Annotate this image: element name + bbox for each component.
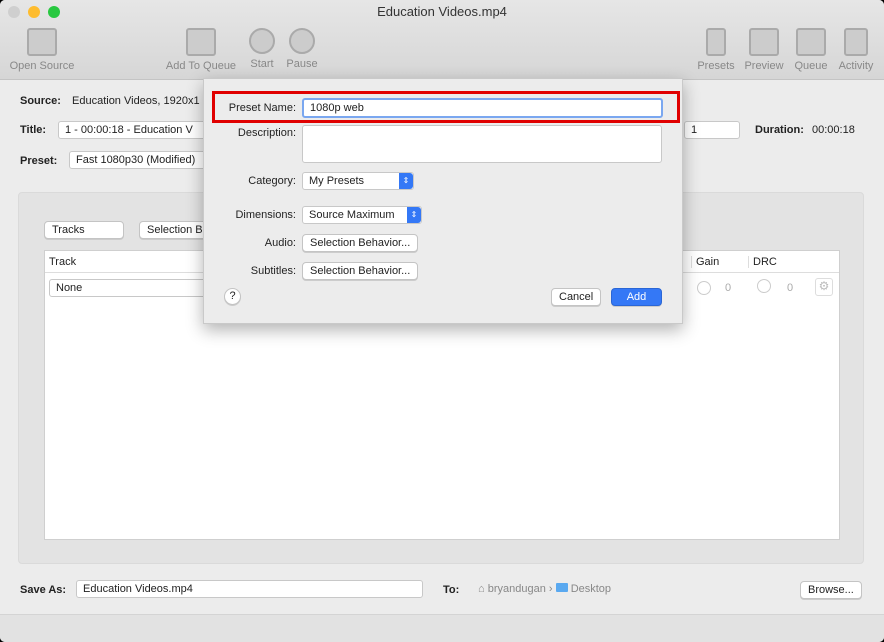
preset-label: Preset: [20,155,58,167]
category-value: My Presets [309,175,365,187]
presets-icon [706,28,726,56]
chevron-updown-icon: ⇕ [399,173,413,189]
titlebar: Education Videos.mp4 Open Source Add To … [0,0,884,80]
start-button[interactable]: Start [245,28,279,70]
column-header-track: Track [49,256,77,268]
queue-icon [796,28,826,56]
path-separator: › [548,583,553,595]
presets-button[interactable]: Presets [695,28,737,72]
selection-behavior-button[interactable]: Selection B [139,221,209,239]
dimensions-select[interactable]: Source Maximum ⇕ [302,206,422,224]
preset-name-label: Preset Name: [228,102,296,114]
add-preset-sheet: Preset Name: 1080p web Description: Cate… [203,78,683,324]
help-button[interactable]: ? [224,288,241,305]
audio-selection-behavior-button[interactable]: Selection Behavior... [302,234,419,252]
drc-value: 0 [787,282,794,294]
gear-icon[interactable]: ⚙ [815,278,833,296]
tracks-select[interactable]: Tracks [44,221,124,239]
add-to-queue-icon [186,28,216,56]
browse-button[interactable]: Browse... [800,581,862,599]
clapperboard-icon [27,28,57,56]
toolbar-label: Start [250,58,274,70]
dimensions-value: Source Maximum [309,209,395,221]
category-select[interactable]: My Presets ⇕ [302,172,414,190]
drc-knob[interactable] [757,279,771,293]
toolbar-label: Pause [286,58,318,70]
gain-value: 0 [725,282,732,294]
save-as-label: Save As: [20,584,67,596]
duration-label: Duration: [755,124,804,136]
folder-icon [555,583,568,592]
activity-icon [844,28,868,56]
toolbar-label: Add To Queue [165,60,237,72]
to-label: To: [443,584,460,596]
destination-path[interactable]: ⌂ bryandugan › Desktop [478,583,611,595]
source-value: Education Videos, 1920x1 [72,95,200,107]
path-segment: Desktop [570,583,612,595]
subtitles-selection-behavior-button[interactable]: Selection Behavior... [302,262,419,280]
dimensions-label: Dimensions: [235,209,296,221]
column-header-gain: Gain [691,256,719,268]
toolbar-label: Preview [744,60,784,72]
chevron-updown-icon: ⇕ [407,207,421,223]
subtitles-label: Subtitles: [250,265,296,277]
toolbar-label: Queue [794,60,828,72]
save-as-input[interactable]: Education Videos.mp4 [76,580,423,598]
title-select[interactable]: 1 - 00:00:18 - Education V [58,121,218,139]
toolbar-label: Open Source [9,60,75,72]
gain-knob[interactable] [697,281,711,295]
window-title: Education Videos.mp4 [377,4,507,19]
path-segment: bryandugan [487,583,546,595]
add-to-queue-button[interactable]: Add To Queue [162,28,240,72]
open-source-button[interactable]: Open Source [6,28,78,72]
activity-button[interactable]: Activity [834,28,878,72]
cancel-button[interactable]: Cancel [551,288,602,306]
play-icon [249,28,275,54]
home-icon: ⌂ [478,583,485,595]
preset-select[interactable]: Fast 1080p30 (Modified) [69,151,219,169]
preview-icon [749,28,779,56]
preview-button[interactable]: Preview [742,28,786,72]
add-button[interactable]: Add [611,288,662,306]
preset-name-input[interactable]: 1080p web [302,98,663,118]
track-select[interactable]: None [49,279,209,297]
audio-label: Audio: [264,237,296,249]
title-label: Title: [20,124,47,136]
handbrake-window: Education Videos.mp4 Open Source Add To … [0,0,884,642]
toolbar-label: Activity [838,60,874,72]
queue-button[interactable]: Queue [791,28,831,72]
angle-stepper[interactable]: 1 [684,121,740,139]
status-bar [0,614,884,642]
toolbar-label: Presets [697,60,735,72]
pause-button[interactable]: Pause [284,28,320,70]
description-input[interactable] [302,125,662,163]
duration-value: 00:00:18 [812,124,855,136]
pause-icon [289,28,315,54]
column-header-drc: DRC [748,256,777,268]
category-label: Category: [248,175,296,187]
source-label: Source: [20,95,61,107]
description-label: Description: [237,127,296,139]
